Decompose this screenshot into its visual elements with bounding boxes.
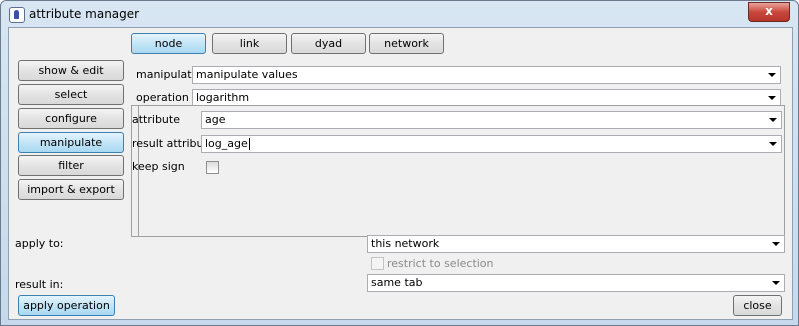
app-icon [9,7,25,23]
dialog-body: node link dyad network show & edit selec… [8,27,793,320]
restrict-to-selection-checkbox[interactable] [371,257,384,270]
window-close-button[interactable]: x [748,2,790,22]
attribute-select[interactable]: age [201,111,782,129]
tab-link[interactable]: link [212,33,287,54]
operation-panel: attribute age result attribute log_age k… [131,105,785,237]
text-caret [248,138,250,150]
apply-to-select[interactable]: this network [367,235,785,253]
result-in-value: same tab [371,276,423,289]
sidebar-show-edit-button[interactable]: show & edit [18,60,124,81]
manipulate-select[interactable]: manipulate values [192,66,781,84]
apply-operation-button[interactable]: apply operation [18,295,115,316]
chevron-down-icon [769,142,777,146]
operation-label: operation [136,91,189,104]
window-title: attribute manager [29,7,140,21]
chevron-down-icon [769,118,777,122]
tab-node[interactable]: node [131,33,206,54]
manipulate-value: manipulate values [196,68,298,81]
result-in-label: result in: [15,278,64,291]
keep-sign-label: keep sign [132,160,185,173]
apply-to-label: apply to: [15,237,64,250]
sidebar-import-export-button[interactable]: import & export [18,179,124,200]
chevron-down-icon [768,96,776,100]
keep-sign-checkbox[interactable] [206,161,219,174]
attribute-manager-window: attribute manager x node link dyad netwo… [0,0,799,326]
result-in-select[interactable]: same tab [367,274,785,292]
close-button[interactable]: close [733,295,782,316]
sidebar-filter-button[interactable]: filter [18,155,124,176]
tab-dyad[interactable]: dyad [291,33,366,54]
chevron-down-icon [772,242,780,246]
title-bar: attribute manager x [1,1,798,27]
apply-to-value: this network [371,237,440,250]
chevron-down-icon [772,281,780,285]
result-attribute-value: log_age [205,137,248,150]
manipulate-label: manipulate [136,68,199,81]
sidebar-configure-button[interactable]: configure [18,108,124,129]
sidebar-manipulate-button[interactable]: manipulate [18,132,124,153]
operation-value: logarithm [196,91,250,104]
attribute-value: age [205,113,226,126]
sidebar-select-button[interactable]: select [18,84,124,105]
tab-network[interactable]: network [369,33,444,54]
attribute-label: attribute [132,113,180,126]
result-attribute-input[interactable]: log_age [201,135,782,153]
restrict-to-selection-label: restrict to selection [387,257,494,270]
chevron-down-icon [768,73,776,77]
